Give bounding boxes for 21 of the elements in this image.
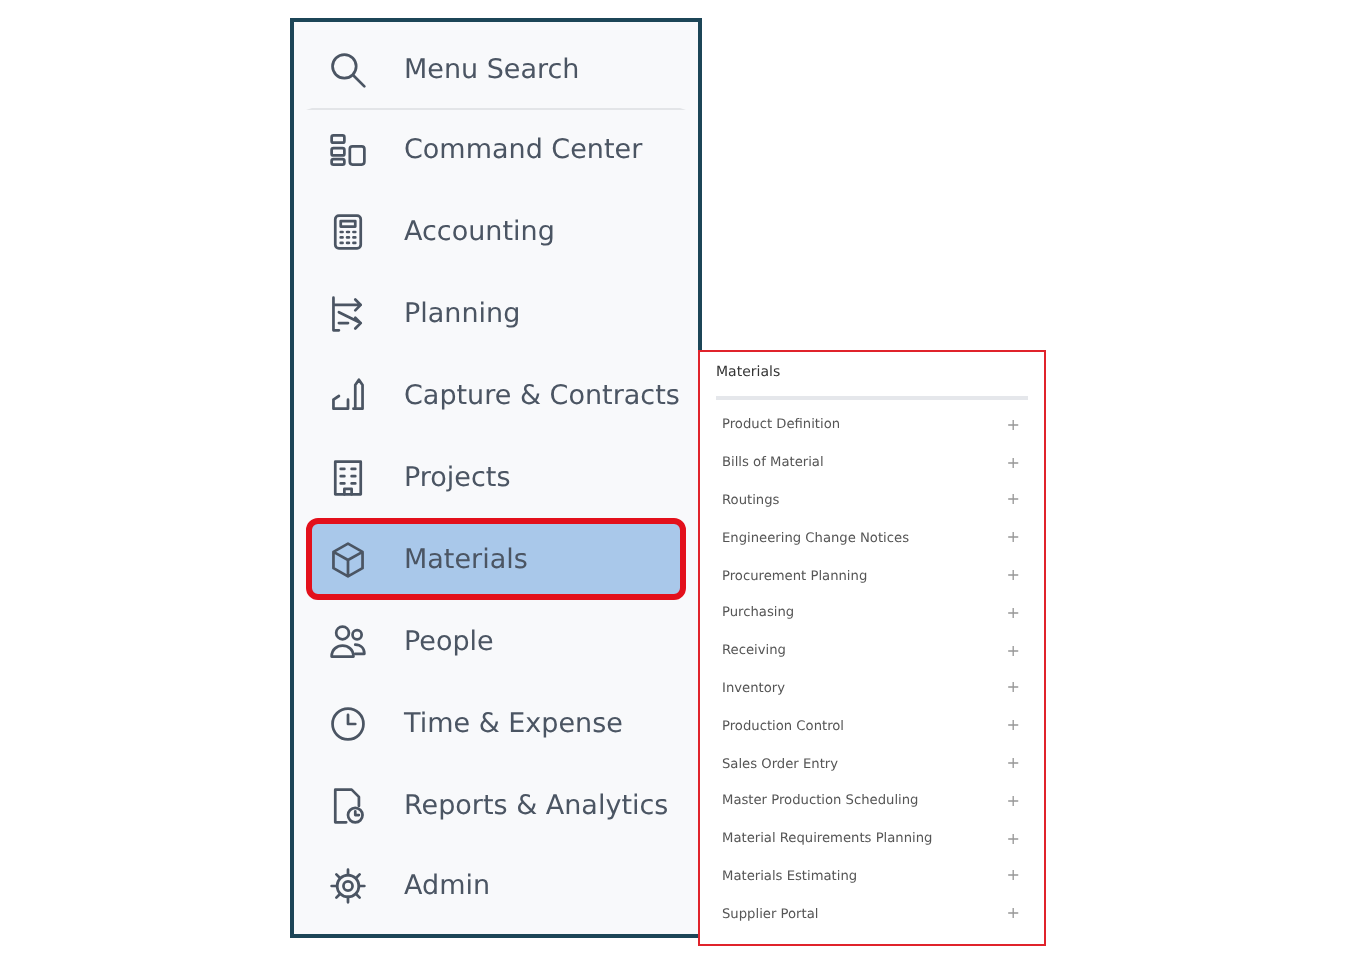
menu-item[interactable]: Time & Expense xyxy=(306,682,686,765)
menu-item[interactable]: Planning xyxy=(306,273,686,356)
menu-item[interactable]: Accounting xyxy=(306,191,686,274)
people-icon xyxy=(328,621,368,662)
building-icon xyxy=(328,457,368,498)
report-icon xyxy=(328,785,368,826)
menu-item[interactable]: People xyxy=(306,600,686,683)
menu-item[interactable]: Materials xyxy=(306,518,686,601)
search-icon xyxy=(328,50,368,91)
menu-item[interactable]: Capture & Contracts xyxy=(306,355,686,437)
menu-item[interactable]: Projects xyxy=(306,437,686,519)
gear-icon xyxy=(328,866,368,907)
menu-item[interactable]: Reports & Analytics xyxy=(306,764,686,847)
calculator-icon xyxy=(328,212,368,253)
planning-icon xyxy=(328,294,368,335)
dashboard-icon xyxy=(328,130,368,171)
clock-icon xyxy=(328,703,368,744)
cube-icon xyxy=(328,539,368,580)
menu-item[interactable]: Admin xyxy=(306,846,686,928)
menu-search[interactable]: Menu Search xyxy=(306,28,686,110)
menu-item[interactable]: Command Center xyxy=(306,109,686,192)
